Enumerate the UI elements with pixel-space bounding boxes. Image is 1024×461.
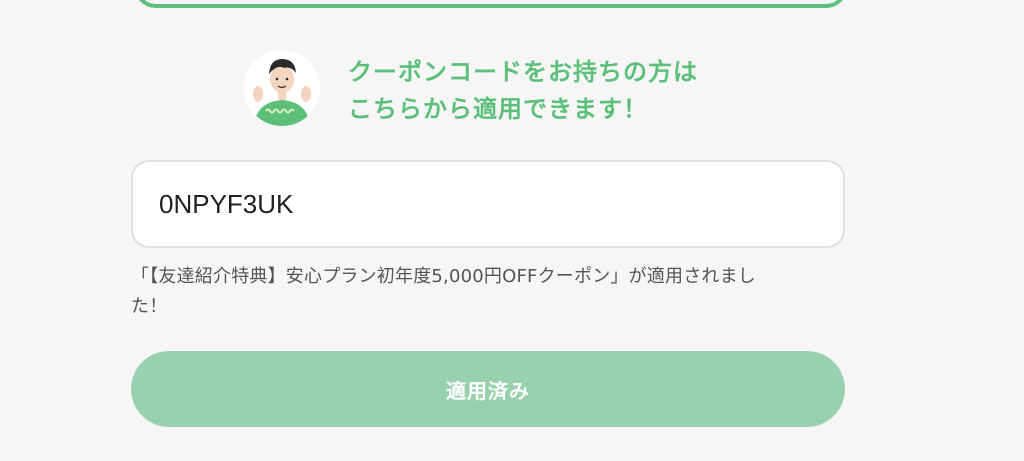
coupon-applied-message-line-2: た！: [131, 296, 168, 317]
coupon-promo: クーポンコードをお持ちの方は こちらから適用できます！: [244, 50, 804, 130]
promo-line-1: クーポンコードをお持ちの方は: [348, 58, 698, 86]
person-avatar-icon: [244, 50, 320, 126]
promo-line-2: こちらから適用できます！: [348, 95, 648, 123]
apply-coupon-button[interactable]: 適用済み: [131, 351, 845, 427]
coupon-code-input[interactable]: [131, 160, 845, 248]
coupon-applied-message: 「【友達紹介特典】安心プラン初年度5,000円OFFクーポン」が適用されまし た…: [131, 262, 847, 322]
coupon-applied-message-line-1: 「【友達紹介特典】安心プラン初年度5,000円OFFクーポン」が適用されまし: [131, 266, 757, 287]
promo-text: クーポンコードをお持ちの方は こちらから適用できます！: [348, 54, 788, 128]
previous-card-edge: [134, 0, 848, 8]
